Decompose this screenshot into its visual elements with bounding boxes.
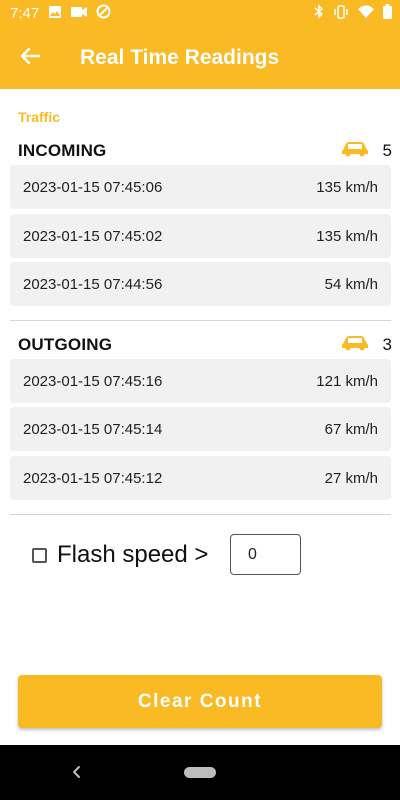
flash-speed-checkbox[interactable] (32, 547, 47, 563)
status-time: 7:47 (10, 5, 40, 22)
battery-icon (383, 4, 392, 23)
divider (10, 320, 391, 321)
vibrate-icon (333, 4, 349, 23)
nav-home-pill[interactable] (184, 767, 216, 778)
flash-speed-input[interactable] (230, 534, 301, 575)
reading-row: 2023-01-15 07:45:16 121 km/h (10, 359, 391, 403)
nav-back-icon[interactable] (68, 763, 86, 781)
video-camera-icon (71, 5, 88, 22)
reading-speed: 54 km/h (324, 275, 378, 293)
status-bar: 7:47 (0, 0, 400, 27)
reading-row: 2023-01-15 07:45:06 135 km/h (10, 165, 391, 209)
incoming-header: INCOMING 5 (18, 140, 392, 162)
car-icon (341, 141, 369, 162)
reading-time: 2023-01-15 07:45:06 (23, 178, 163, 196)
reading-speed: 27 km/h (324, 469, 378, 487)
app-bar: Real Time Readings (0, 27, 400, 89)
divider (10, 514, 391, 515)
reading-time: 2023-01-15 07:44:56 (23, 275, 163, 293)
reading-row: 2023-01-15 07:44:56 54 km/h (10, 262, 391, 306)
reading-row: 2023-01-15 07:45:02 135 km/h (10, 214, 391, 258)
reading-speed: 135 km/h (316, 227, 378, 245)
flash-speed-label: Flash speed > (57, 541, 209, 568)
reading-time: 2023-01-15 07:45:12 (23, 469, 163, 487)
clear-count-button[interactable]: Clear Count (18, 675, 382, 728)
arrow-left-icon (20, 47, 41, 70)
outgoing-title: OUTGOING (18, 335, 113, 354)
page-title: Real Time Readings (80, 46, 280, 69)
reading-speed: 67 km/h (324, 420, 378, 438)
incoming-title: INCOMING (18, 141, 107, 160)
outgoing-count: 3 (382, 335, 392, 354)
reading-speed: 135 km/h (316, 178, 378, 196)
reading-time: 2023-01-15 07:45:02 (23, 227, 163, 245)
reading-time: 2023-01-15 07:45:14 (23, 420, 163, 438)
reading-time: 2023-01-15 07:45:16 (23, 372, 163, 390)
reading-speed: 121 km/h (316, 372, 378, 390)
car-icon (341, 335, 369, 356)
outgoing-header: OUTGOING 3 (18, 334, 392, 356)
bluetooth-icon (314, 4, 324, 23)
back-button[interactable] (0, 27, 60, 89)
traffic-section-label: Traffic (18, 109, 61, 125)
reading-row: 2023-01-15 07:45:12 27 km/h (10, 456, 391, 500)
system-nav-bar (0, 745, 400, 800)
image-icon (48, 5, 62, 23)
reading-row: 2023-01-15 07:45:14 67 km/h (10, 407, 391, 451)
circle-dnd-icon (96, 4, 111, 23)
incoming-count: 5 (382, 141, 392, 160)
wifi-icon (358, 5, 374, 22)
flash-speed-control: Flash speed > (32, 534, 208, 576)
